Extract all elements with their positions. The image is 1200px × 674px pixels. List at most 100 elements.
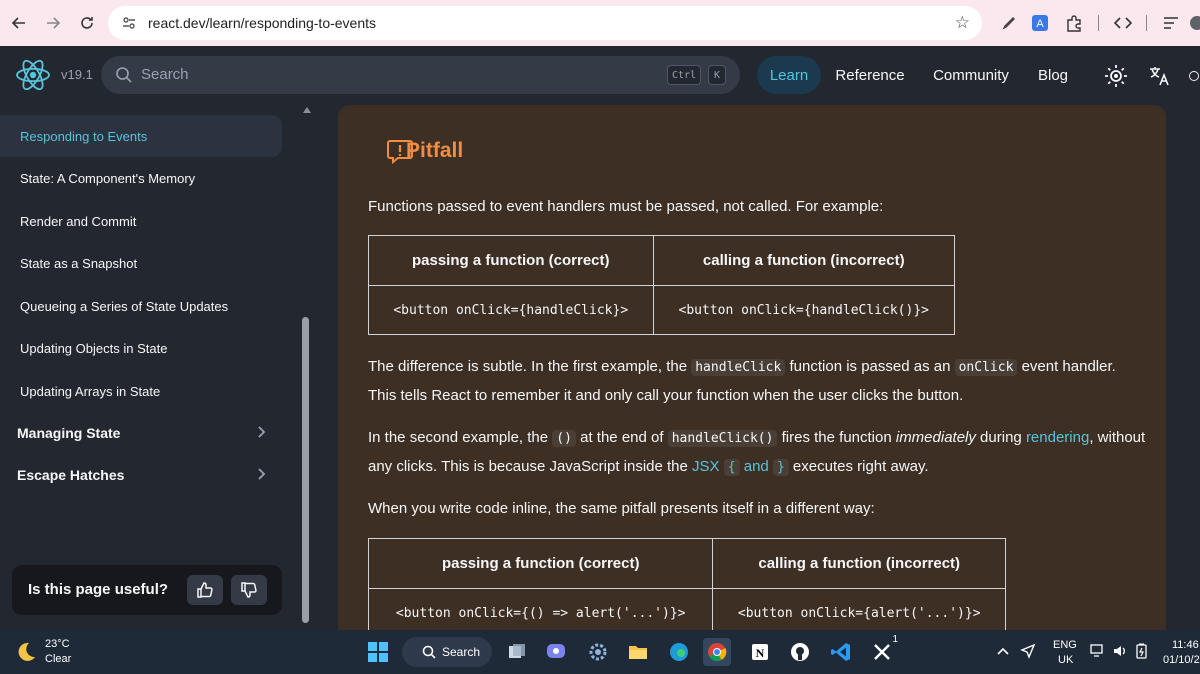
paragraph-intro: Functions passed to event handlers must … — [368, 198, 884, 215]
network-icon[interactable] — [1090, 643, 1106, 662]
feedback-box: Is this page useful? — [12, 565, 282, 615]
address-bar[interactable]: react.dev/learn/responding-to-events ☆ — [108, 6, 982, 40]
kbd-ctrl: Ctrl — [667, 65, 701, 85]
extensions-puzzle-icon[interactable] — [1063, 12, 1085, 34]
devtools-icon[interactable] — [1112, 12, 1134, 34]
sidebar-item-updating-objects[interactable]: Updating Objects in State — [0, 327, 282, 369]
feedback-question: Is this page useful? — [28, 581, 169, 598]
thumbs-up-icon — [197, 582, 213, 598]
site-settings-icon[interactable] — [120, 14, 138, 32]
url-text[interactable]: react.dev/learn/responding-to-events — [148, 15, 376, 31]
language-indicator-top[interactable]: ENG — [1053, 639, 1077, 651]
sidebar-section-escape-hatches[interactable]: Escape Hatches — [0, 455, 282, 495]
text: executes right away. — [788, 458, 929, 475]
bookmark-star-icon[interactable]: ☆ — [955, 13, 970, 33]
sidebar-item-state-memory[interactable]: State: A Component's Memory — [0, 157, 282, 199]
sidebar-item-responding-to-events[interactable]: Responding to Events — [0, 115, 282, 157]
paragraph-second-example: In the second example, the () at the end… — [368, 424, 1148, 482]
translate-extension-icon[interactable]: A — [1029, 12, 1051, 34]
thumbs-down-icon — [241, 582, 257, 598]
settings-gear-icon[interactable] — [584, 638, 612, 666]
browser-toolbar: react.dev/learn/responding-to-events ☆ A — [0, 0, 1200, 46]
sidebar-item-render-and-commit[interactable]: Render and Commit — [0, 200, 282, 242]
text: function is passed as an — [785, 358, 955, 375]
inline-code: onClick — [954, 359, 1018, 376]
chrome-browser-icon[interactable] — [703, 638, 731, 666]
edge-browser-icon[interactable] — [665, 638, 693, 666]
kbd-k: K — [708, 65, 726, 85]
version-label[interactable]: v19.1 — [61, 67, 93, 82]
table-cell-code: <button onClick={handleClick()}> — [652, 285, 955, 335]
comparison-table-1: passing a function (correct) calling a f… — [368, 235, 955, 335]
pitfall-callout: Pitfall Functions passed to event handle… — [338, 105, 1166, 630]
taskbar-search-label: Search — [442, 645, 481, 659]
search-icon — [422, 645, 436, 659]
reload-icon[interactable] — [76, 12, 98, 34]
inline-code: () — [552, 430, 576, 447]
table-header: calling a function (incorrect) — [712, 538, 1006, 589]
chevron-up-icon[interactable] — [996, 644, 1010, 661]
sidebar-section-label: Escape Hatches — [17, 467, 125, 483]
table-cell-code: <button onClick={() => alert('...')}> — [367, 588, 714, 630]
github-icon[interactable] — [1188, 64, 1200, 88]
sidebar: Responding to Events State: A Component'… — [0, 104, 318, 630]
text: at the end of — [575, 429, 668, 446]
language-icon[interactable] — [1148, 64, 1172, 88]
scrollbar-up-arrow[interactable] — [303, 107, 311, 113]
emphasis-text: immediately — [895, 429, 976, 446]
nav-community[interactable]: Community — [925, 56, 1017, 94]
inline-code: { — [723, 459, 740, 476]
sidebar-scrollbar[interactable] — [302, 317, 309, 623]
svg-text:A: A — [1036, 18, 1044, 30]
clock-time[interactable]: 11:46 — [1172, 639, 1199, 651]
table-header: passing a function (correct) — [368, 235, 654, 286]
reading-list-icon[interactable] — [1160, 12, 1182, 34]
weather-condition[interactable]: Clear — [45, 653, 71, 665]
battery-icon[interactable] — [1134, 643, 1150, 662]
language-indicator-bottom[interactable]: UK — [1058, 654, 1073, 666]
notion-icon[interactable]: N — [746, 638, 774, 666]
pitfall-title: Pitfall — [406, 139, 464, 162]
github-desktop-icon[interactable] — [786, 638, 814, 666]
location-arrow-icon[interactable] — [1020, 643, 1036, 662]
forward-arrow-icon[interactable] — [42, 12, 64, 34]
weather-temperature[interactable]: 23°C — [45, 638, 70, 650]
comparison-table-2: passing a function (correct) calling a f… — [367, 538, 1006, 630]
table-row: <button onClick={() => alert('...')}> <b… — [367, 588, 1006, 630]
file-explorer-icon[interactable] — [624, 638, 652, 666]
nav-blog[interactable]: Blog — [1030, 56, 1076, 94]
text: The difference is subtle. In the first e… — [368, 358, 692, 375]
moon-weather-icon[interactable] — [14, 640, 38, 664]
chat-app-icon[interactable] — [542, 638, 570, 666]
table-row: <button onClick={handleClick}> <button o… — [368, 285, 955, 335]
profile-icon[interactable] — [1186, 12, 1200, 34]
clock-date[interactable]: 01/10/2 — [1163, 654, 1200, 666]
task-view-icon[interactable] — [503, 638, 531, 666]
react-logo-icon[interactable] — [14, 56, 52, 94]
search-input[interactable]: Search Ctrl K — [101, 56, 740, 94]
jsx-link[interactable]: JSX { and } — [692, 458, 789, 476]
pen-icon[interactable] — [998, 12, 1020, 34]
sidebar-item-queueing-updates[interactable]: Queueing a Series of State Updates — [0, 285, 282, 327]
taskbar-search[interactable]: Search — [402, 637, 492, 667]
windows-start-icon[interactable] — [364, 638, 392, 666]
text: during — [975, 429, 1026, 446]
nav-learn[interactable]: Learn — [757, 56, 821, 94]
sidebar-item-updating-arrays[interactable]: Updating Arrays in State — [0, 370, 282, 412]
sidebar-item-state-snapshot[interactable]: State as a Snapshot — [0, 242, 282, 284]
volume-icon[interactable] — [1112, 643, 1128, 662]
nav-reference[interactable]: Reference — [830, 56, 910, 94]
back-arrow-icon[interactable] — [8, 12, 30, 34]
thumbs-up-button[interactable] — [187, 575, 223, 605]
rendering-link[interactable]: rendering — [1026, 429, 1089, 446]
thumbs-down-button[interactable] — [231, 575, 267, 605]
sidebar-section-managing-state[interactable]: Managing State — [0, 413, 282, 453]
vscode-icon[interactable] — [827, 638, 855, 666]
main-content: Pitfall Functions passed to event handle… — [318, 104, 1200, 630]
theme-toggle-icon[interactable] — [1104, 64, 1128, 88]
x-app-icon[interactable]: 1 — [868, 634, 898, 666]
inline-code: handleClick() — [667, 430, 778, 447]
text: fires the function — [777, 429, 896, 446]
taskbar: 23°C Clear Search N 1 ENG UK 11:46 01/10… — [0, 630, 1200, 674]
inline-code: } — [772, 459, 789, 476]
